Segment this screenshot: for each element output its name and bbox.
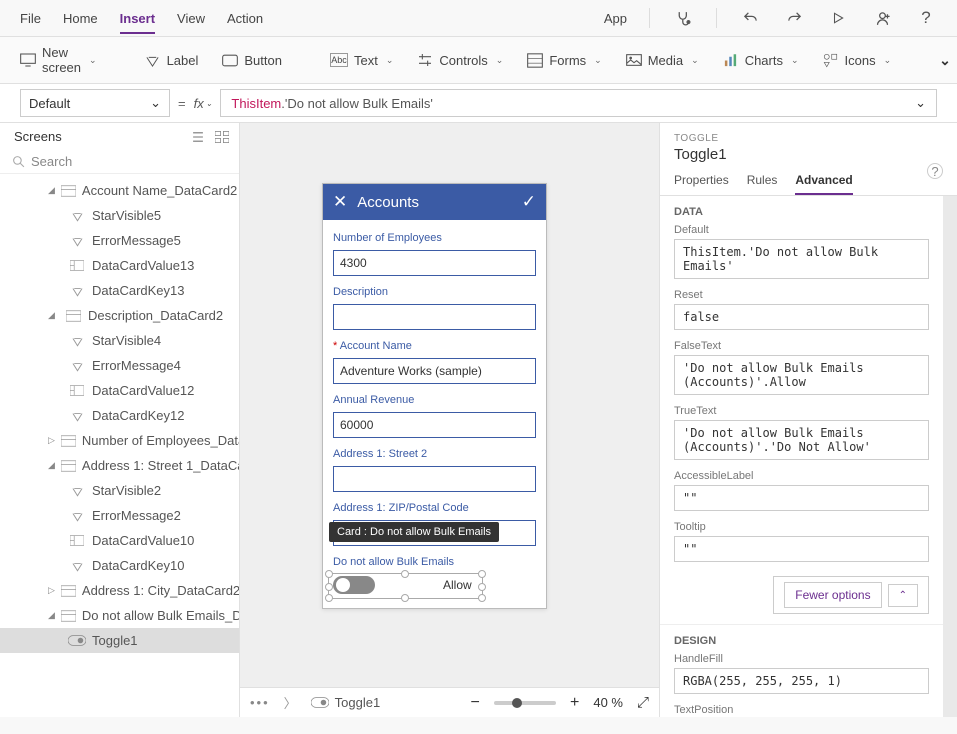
- control-name: Toggle1: [674, 146, 943, 163]
- toggle-label: Allow: [443, 578, 472, 592]
- canvas[interactable]: ✕ Accounts ✓ Number of Employees 4300 De…: [240, 123, 659, 717]
- media-menu[interactable]: Media⌄: [626, 52, 699, 68]
- check-icon[interactable]: ✓: [522, 192, 536, 212]
- fewer-options-button[interactable]: Fewer options ⌃: [773, 576, 929, 614]
- diagnostics-icon[interactable]: [672, 10, 694, 27]
- rev-input[interactable]: 60000: [333, 412, 536, 438]
- zoom-slider[interactable]: [494, 701, 556, 705]
- insert-ribbon: New screen⌄ Label Button Abc Text⌄ Contr…: [0, 37, 957, 84]
- reset-input[interactable]: false: [674, 304, 929, 330]
- formula-bar: Default⌄ = fx⌄ ThisItem.'Do not allow Bu…: [0, 84, 957, 123]
- menu-file[interactable]: File: [20, 11, 41, 26]
- list-view-icon[interactable]: [191, 131, 205, 143]
- tab-properties[interactable]: Properties: [674, 173, 729, 195]
- tree-datacard[interactable]: ◢Description_DataCard2: [0, 303, 239, 328]
- help-icon[interactable]: ?: [915, 8, 937, 28]
- street2-input[interactable]: [333, 466, 536, 492]
- properties-panel: TOGGLE Toggle1 ? Properties Rules Advanc…: [659, 123, 957, 717]
- zoom-out-icon[interactable]: −: [470, 694, 479, 712]
- field-label: Do not allow Bulk Emails: [333, 556, 536, 568]
- menu-view[interactable]: View: [177, 11, 205, 26]
- field-label: Address 1: Street 2: [333, 448, 536, 460]
- tree-datacard[interactable]: ◢Address 1: Street 1_DataCard2: [0, 453, 239, 478]
- top-menu: File Home Insert View Action App ?: [0, 0, 957, 37]
- breadcrumb[interactable]: Toggle1: [311, 695, 381, 710]
- falsetext-input[interactable]: 'Do not allow Bulk Emails (Accounts)'.Al…: [674, 355, 929, 395]
- tooltip-input[interactable]: "": [674, 536, 929, 562]
- control-type: TOGGLE: [674, 133, 943, 144]
- canvas-bottombar: ••• 〉 Toggle1 − + 40 % ⤢: [240, 687, 659, 717]
- tree-item[interactable]: ErrorMessage4: [0, 353, 239, 378]
- label-button[interactable]: Label: [145, 52, 199, 68]
- numemp-input[interactable]: 4300: [333, 250, 536, 276]
- tree-item[interactable]: DataCardKey12: [0, 403, 239, 428]
- charts-menu[interactable]: Charts⌄: [723, 52, 799, 68]
- desc-input[interactable]: [333, 304, 536, 330]
- field-label: * Account Name: [333, 340, 536, 352]
- section-design: DESIGN: [660, 625, 943, 651]
- share-icon[interactable]: [871, 10, 893, 27]
- phone-preview: ✕ Accounts ✓ Number of Employees 4300 De…: [322, 183, 547, 609]
- close-icon[interactable]: ✕: [333, 192, 347, 212]
- field-label: Description: [333, 286, 536, 298]
- controls-menu[interactable]: Controls⌄: [417, 52, 503, 68]
- menu-home[interactable]: Home: [63, 11, 98, 26]
- tree-datacard[interactable]: ◢Account Name_DataCard2: [0, 178, 239, 203]
- screens-title: Screens: [14, 129, 62, 144]
- menu-app[interactable]: App: [604, 11, 627, 26]
- tab-advanced[interactable]: Advanced: [795, 173, 852, 195]
- screens-panel: Screens Search ◢Account Name_DataCard2 S…: [0, 123, 240, 717]
- toggle-control[interactable]: [333, 576, 375, 594]
- default-input[interactable]: ThisItem.'Do not allow Bulk Emails': [674, 239, 929, 279]
- tree-item[interactable]: DataCardKey10: [0, 553, 239, 578]
- icons-menu[interactable]: Icons⌄: [823, 52, 892, 68]
- undo-icon[interactable]: [739, 10, 761, 27]
- text-menu[interactable]: Abc Text⌄: [330, 53, 393, 68]
- tree-item[interactable]: DataCardValue12: [0, 378, 239, 403]
- field-label: Number of Employees: [333, 232, 536, 244]
- tree-item[interactable]: StarVisible2: [0, 478, 239, 503]
- zoom-value: 40 %: [593, 695, 623, 710]
- fx-icon[interactable]: fx⌄: [194, 96, 213, 111]
- tab-rules[interactable]: Rules: [747, 173, 778, 195]
- tree-item-selected[interactable]: Toggle1: [0, 628, 239, 653]
- menu-action[interactable]: Action: [227, 11, 263, 26]
- tree-view: ◢Account Name_DataCard2 StarVisible5 Err…: [0, 174, 239, 717]
- section-data: DATA: [660, 196, 943, 222]
- tree-item[interactable]: StarVisible4: [0, 328, 239, 353]
- truetext-input[interactable]: 'Do not allow Bulk Emails (Accounts)'.'D…: [674, 420, 929, 460]
- acct-input[interactable]: Adventure Works (sample): [333, 358, 536, 384]
- help-icon[interactable]: ?: [927, 163, 943, 179]
- search-input[interactable]: Search: [0, 150, 239, 174]
- form-title: Accounts: [357, 194, 512, 211]
- property-select[interactable]: Default⌄: [20, 89, 170, 117]
- play-icon[interactable]: [827, 11, 849, 25]
- tree-datacard[interactable]: ◢Do not allow Bulk Emails_DataCard: [0, 603, 239, 628]
- zoom-in-icon[interactable]: +: [570, 694, 579, 712]
- field-label: Annual Revenue: [333, 394, 536, 406]
- new-screen-button[interactable]: New screen⌄: [20, 45, 97, 75]
- tree-item[interactable]: DataCardValue13: [0, 253, 239, 278]
- accessiblelabel-input[interactable]: "": [674, 485, 929, 511]
- button-button[interactable]: Button: [222, 52, 282, 68]
- card-tooltip: Card : Do not allow Bulk Emails: [329, 522, 499, 542]
- handlefill-input[interactable]: RGBA(255, 255, 255, 1): [674, 668, 929, 694]
- menu-insert[interactable]: Insert: [120, 11, 155, 34]
- thumbnail-view-icon[interactable]: [215, 131, 229, 143]
- tree-item[interactable]: ErrorMessage2: [0, 503, 239, 528]
- field-label: Address 1: ZIP/Postal Code: [333, 502, 536, 514]
- formula-input[interactable]: ThisItem.'Do not allow Bulk Emails' ⌄: [220, 89, 937, 117]
- more-icon[interactable]: •••: [250, 695, 270, 710]
- tree-item[interactable]: ErrorMessage5: [0, 228, 239, 253]
- tree-item[interactable]: DataCardKey13: [0, 278, 239, 303]
- chevron-down-icon[interactable]: ⌄: [939, 52, 951, 69]
- tree-item[interactable]: DataCardValue10: [0, 528, 239, 553]
- redo-icon[interactable]: [783, 10, 805, 27]
- tree-item[interactable]: StarVisible5: [0, 203, 239, 228]
- forms-menu[interactable]: Forms⌄: [527, 52, 601, 68]
- expand-icon[interactable]: ⤢: [637, 694, 649, 711]
- tree-datacard[interactable]: ▷Number of Employees_DataCard2: [0, 428, 239, 453]
- tree-datacard[interactable]: ▷Address 1: City_DataCard2: [0, 578, 239, 603]
